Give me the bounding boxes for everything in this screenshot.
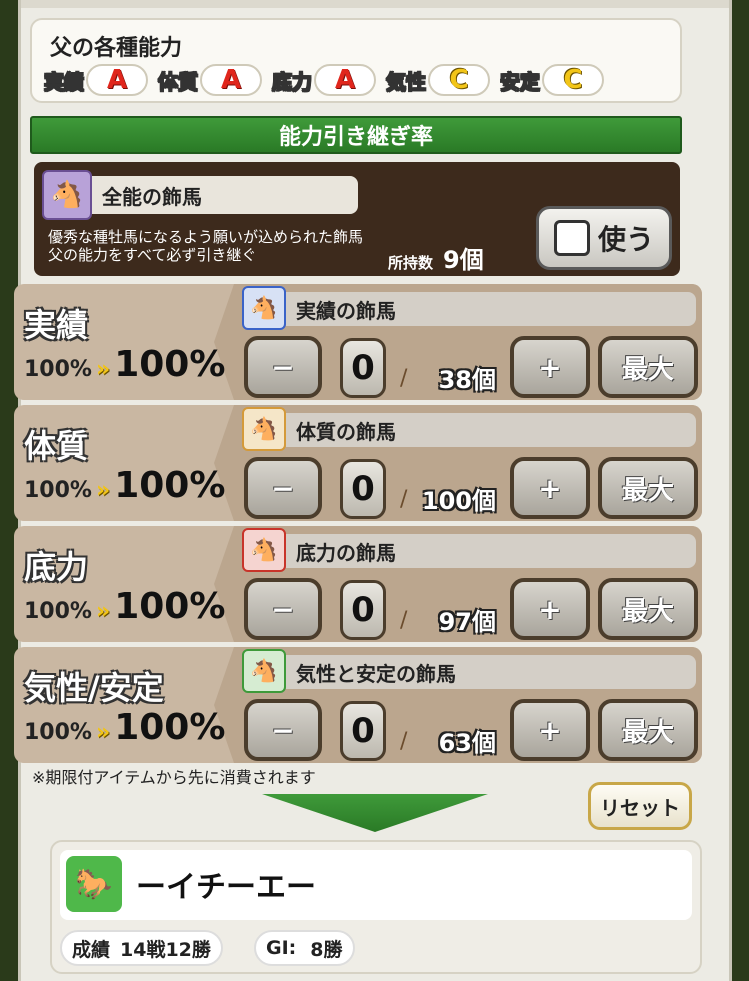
ability-grade-kisho: C — [428, 64, 490, 96]
ability-label-taishitsu: 体質 — [158, 69, 199, 94]
double-chevron-icon: » — [95, 357, 111, 382]
minus-button[interactable]: − — [244, 457, 322, 519]
decorated-horse-icon: 🐴 — [242, 407, 286, 451]
ability-grade-taishitsu: A — [200, 64, 262, 96]
decorated-horse-icon: 🐴 — [42, 170, 92, 220]
row-title: 底力 — [24, 548, 89, 586]
horse-header: 🐎 ーイチーエー — [60, 850, 692, 920]
item-cap: 38個 — [438, 366, 496, 394]
ability-grade-sokojikara: A — [314, 64, 376, 96]
horse-card: 🐎 ーイチーエー 成績 14戦12勝 GI: 8勝 — [50, 840, 702, 974]
quantity-value: 0 — [340, 338, 386, 398]
ability-label-sokojikara: 底力 — [272, 69, 313, 94]
reset-button[interactable]: リセット — [588, 782, 692, 830]
pct-from: 100% — [24, 720, 92, 745]
double-chevron-icon: » — [95, 599, 111, 624]
record-label: 成績 — [72, 938, 111, 961]
inherit-rate-header: 能力引き継ぎ率 — [30, 116, 682, 154]
item-cap: 97個 — [438, 608, 496, 636]
plus-button[interactable]: + — [510, 336, 590, 398]
double-chevron-icon: » — [95, 720, 111, 745]
all-ability-item-description: 優秀な種牡馬になるよう願いが込められた飾馬 父の能力をすべて必ず引き継ぐ — [48, 228, 363, 264]
all-ability-item-panel: 🐴 全能の飾馬 優秀な種牡馬になるよう願いが込められた飾馬 父の能力をすべて必ず… — [34, 162, 680, 276]
item-cap: 100個 — [421, 487, 496, 515]
father-abilities-card: 父の各種能力 実績 A 体質 A 底力 A 気性 C 安定 C — [30, 18, 682, 103]
all-ability-item-name: 全能の飾馬 — [92, 176, 358, 214]
quantity-value: 0 — [340, 701, 386, 761]
ability-label-antei: 安定 — [500, 69, 541, 94]
inherit-percentage: 100% » 100% — [24, 586, 225, 627]
owned-value: 9個 — [443, 246, 484, 274]
gi-label: GI: — [266, 937, 297, 959]
inherit-percentage: 100% » 100% — [24, 465, 225, 506]
record-value: 14戦12勝 — [120, 938, 211, 961]
description-line-2: 父の能力をすべて必ず引き継ぐ — [48, 246, 257, 264]
horse-name: ーイチーエー — [136, 870, 316, 905]
minus-button[interactable]: − — [244, 699, 322, 761]
plus-button[interactable]: + — [510, 699, 590, 761]
quantity-value: 0 — [340, 580, 386, 640]
decorated-horse-icon: 🐴 — [242, 528, 286, 572]
description-line-1: 優秀な種牡馬になるよう願いが込められた飾馬 — [48, 228, 364, 246]
row-title: 気性/安定 — [24, 669, 164, 707]
item-name: 体質の飾馬 — [286, 413, 696, 447]
item-cap: 63個 — [438, 729, 496, 757]
max-button[interactable]: 最大 — [598, 336, 698, 398]
separator-slash: / — [400, 366, 408, 391]
plus-button[interactable]: + — [510, 457, 590, 519]
ability-row-jisseki: 実績 100% » 100% 🐴 実績の飾馬 − 0 / 38個 + 最大 — [14, 284, 702, 400]
ability-row-taishitsu: 体質 100% » 100% 🐴 体質の飾馬 − 0 / 100個 + 最大 — [14, 405, 702, 521]
use-label: 使う — [597, 223, 654, 256]
minus-button[interactable]: − — [244, 578, 322, 640]
row-title: 実績 — [24, 306, 89, 344]
record-pill: 成績 14戦12勝 — [60, 930, 223, 966]
gi-pill: GI: 8勝 — [254, 930, 355, 966]
horse-icon: 🐎 — [66, 856, 122, 912]
father-abilities-list: 実績 A 体質 A 底力 A 気性 C 安定 C — [44, 64, 614, 96]
inherit-percentage: 100% » 100% — [24, 707, 225, 748]
pct-from: 100% — [24, 599, 92, 624]
ability-grade-jisseki: A — [86, 64, 148, 96]
father-abilities-title: 父の各種能力 — [50, 36, 183, 61]
row-title: 体質 — [24, 427, 89, 465]
max-button[interactable]: 最大 — [598, 578, 698, 640]
item-name: 気性と安定の飾馬 — [286, 655, 696, 689]
max-button[interactable]: 最大 — [598, 699, 698, 761]
gi-value: 8勝 — [310, 938, 343, 961]
separator-slash: / — [400, 608, 408, 633]
top-divider — [21, 0, 729, 8]
owned-label: 所持数 — [388, 254, 434, 272]
pct-to: 100% — [114, 465, 226, 506]
expiry-note: ※期限付アイテムから先に消費されます — [32, 768, 316, 787]
use-toggle-button[interactable]: 使う — [536, 206, 672, 270]
ability-row-kisho-antei: 気性/安定 100% » 100% 🐴 気性と安定の飾馬 − 0 / 63個 +… — [14, 647, 702, 763]
ability-label-jisseki: 実績 — [44, 69, 85, 94]
item-name: 底力の飾馬 — [286, 534, 696, 568]
pct-to: 100% — [114, 707, 226, 748]
pct-to: 100% — [114, 586, 226, 627]
double-chevron-icon: » — [95, 478, 111, 503]
separator-slash: / — [400, 729, 408, 754]
pct-to: 100% — [114, 344, 226, 385]
ability-row-sokojikara: 底力 100% » 100% 🐴 底力の飾馬 − 0 / 97個 + 最大 — [14, 526, 702, 642]
inherit-percentage: 100% » 100% — [24, 344, 225, 385]
pct-from: 100% — [24, 357, 92, 382]
checkbox-icon[interactable] — [553, 220, 590, 256]
decorated-horse-icon: 🐴 — [242, 286, 286, 330]
decorated-horse-icon: 🐴 — [242, 649, 286, 693]
separator-slash: / — [400, 487, 408, 512]
quantity-value: 0 — [340, 459, 386, 519]
ability-label-kisho: 気性 — [386, 69, 427, 94]
plus-button[interactable]: + — [510, 578, 590, 640]
minus-button[interactable]: − — [244, 336, 322, 398]
max-button[interactable]: 最大 — [598, 457, 698, 519]
pct-from: 100% — [24, 478, 92, 503]
owned-count: 所持数 9個 — [388, 240, 484, 275]
item-name: 実績の飾馬 — [286, 292, 696, 326]
ability-grade-antei: C — [542, 64, 604, 96]
